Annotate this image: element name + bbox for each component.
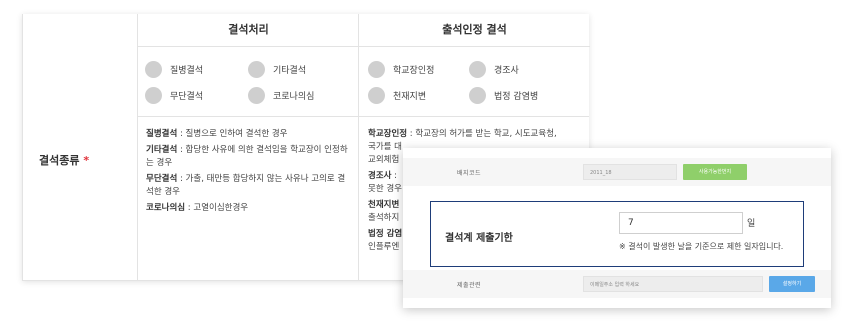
deadline-unit: 일 [747, 219, 756, 229]
settings-row-code: 배지코드 2011_18 사용가능한번지 [403, 158, 831, 186]
row-label-cell: 결석종류 * [23, 14, 137, 280]
radio-label: 경조사 [494, 65, 519, 76]
column-divider-middle [358, 46, 359, 280]
radio-icon [248, 60, 265, 78]
radio-sick-absence[interactable]: 질병결석 [145, 60, 203, 78]
radio-label: 질병결석 [170, 65, 204, 76]
radio-icon [469, 60, 486, 78]
radio-icon [368, 86, 385, 104]
column-divider-left [137, 46, 138, 280]
absence-type-label-text: 결석종류 [39, 154, 80, 167]
radio-legal-infectious-disease[interactable]: 법정 감염병 [469, 86, 538, 104]
desc-other-absence: 기타결석 : 합당한 사유에 의한 결석임을 학교장이 인정하는 경우 [146, 145, 348, 168]
section-header-absence-process: 결석처리 [137, 14, 359, 47]
absence-type-label: 결석종류 * [39, 152, 89, 168]
desc-covid-suspected: 코로나의심 : 고열이심한경우 [146, 203, 249, 213]
absence-process-descriptions: 질병결석 : 질병으로 인하여 결석한 경우 기타결석 : 합당한 사유에 의한… [146, 128, 352, 215]
options-divider [137, 116, 589, 117]
submission-deadline-label: 결석계 제출기한 [445, 233, 513, 244]
radio-icon [368, 60, 385, 78]
section-header-attendance-recognized: 출석인정 결석 [358, 14, 590, 47]
radio-label: 천재지변 [393, 91, 427, 102]
desc-principal-approved: 학교장인정 : 학교장의 허가를 받는 학교, 시도교육청, [368, 129, 557, 139]
code-input[interactable]: 2011_18 [583, 164, 677, 180]
submit-label: 제출관련 [457, 282, 482, 289]
submit-input[interactable]: 이메일주소 입력 하세요 [583, 276, 763, 292]
radio-icon [248, 86, 265, 104]
required-mark: * [83, 154, 90, 167]
check-availability-button[interactable]: 사용가능한번지 [683, 164, 747, 180]
radio-label: 기타결석 [273, 65, 307, 76]
radio-natural-disaster[interactable]: 천재지변 [368, 86, 426, 104]
code-label: 배지코드 [457, 170, 482, 177]
settings-row-submit: 제출관련 이메일주소 입력 하세요 설정하기 [403, 270, 831, 298]
radio-principal-approved[interactable]: 학교장인정 [368, 60, 434, 78]
radio-covid-suspected[interactable]: 코로나의심 [248, 86, 314, 104]
radio-label: 학교장인정 [393, 65, 435, 76]
radio-label: 무단결석 [170, 91, 204, 102]
deadline-note: ※ 결석이 발생한 날을 기준으로 제한 일자입니다. [619, 242, 784, 251]
submission-deadline-row: 결석계 제출기한 7 일 ※ 결석이 발생한 날을 기준으로 제한 일자입니다. [430, 201, 804, 267]
radio-label: 코로나의심 [273, 91, 315, 102]
radio-other-absence[interactable]: 기타결석 [248, 60, 306, 78]
desc-unexcused-absence: 무단결석 : 가출, 태만등 합당하지 않는 사유나 고의로 결석한 경우 [146, 174, 346, 197]
desc-sick-absence: 질병결석 : 질병으로 인하여 결석한 경우 [146, 129, 288, 139]
radio-icon [469, 86, 486, 104]
radio-icon [145, 86, 162, 104]
radio-label: 법정 감염병 [494, 91, 539, 102]
radio-icon [145, 60, 162, 78]
radio-family-event[interactable]: 경조사 [469, 60, 519, 78]
radio-unexcused-absence[interactable]: 무단결석 [145, 86, 203, 104]
submission-deadline-input[interactable]: 7 [619, 212, 743, 234]
configure-button[interactable]: 설정하기 [769, 276, 815, 292]
